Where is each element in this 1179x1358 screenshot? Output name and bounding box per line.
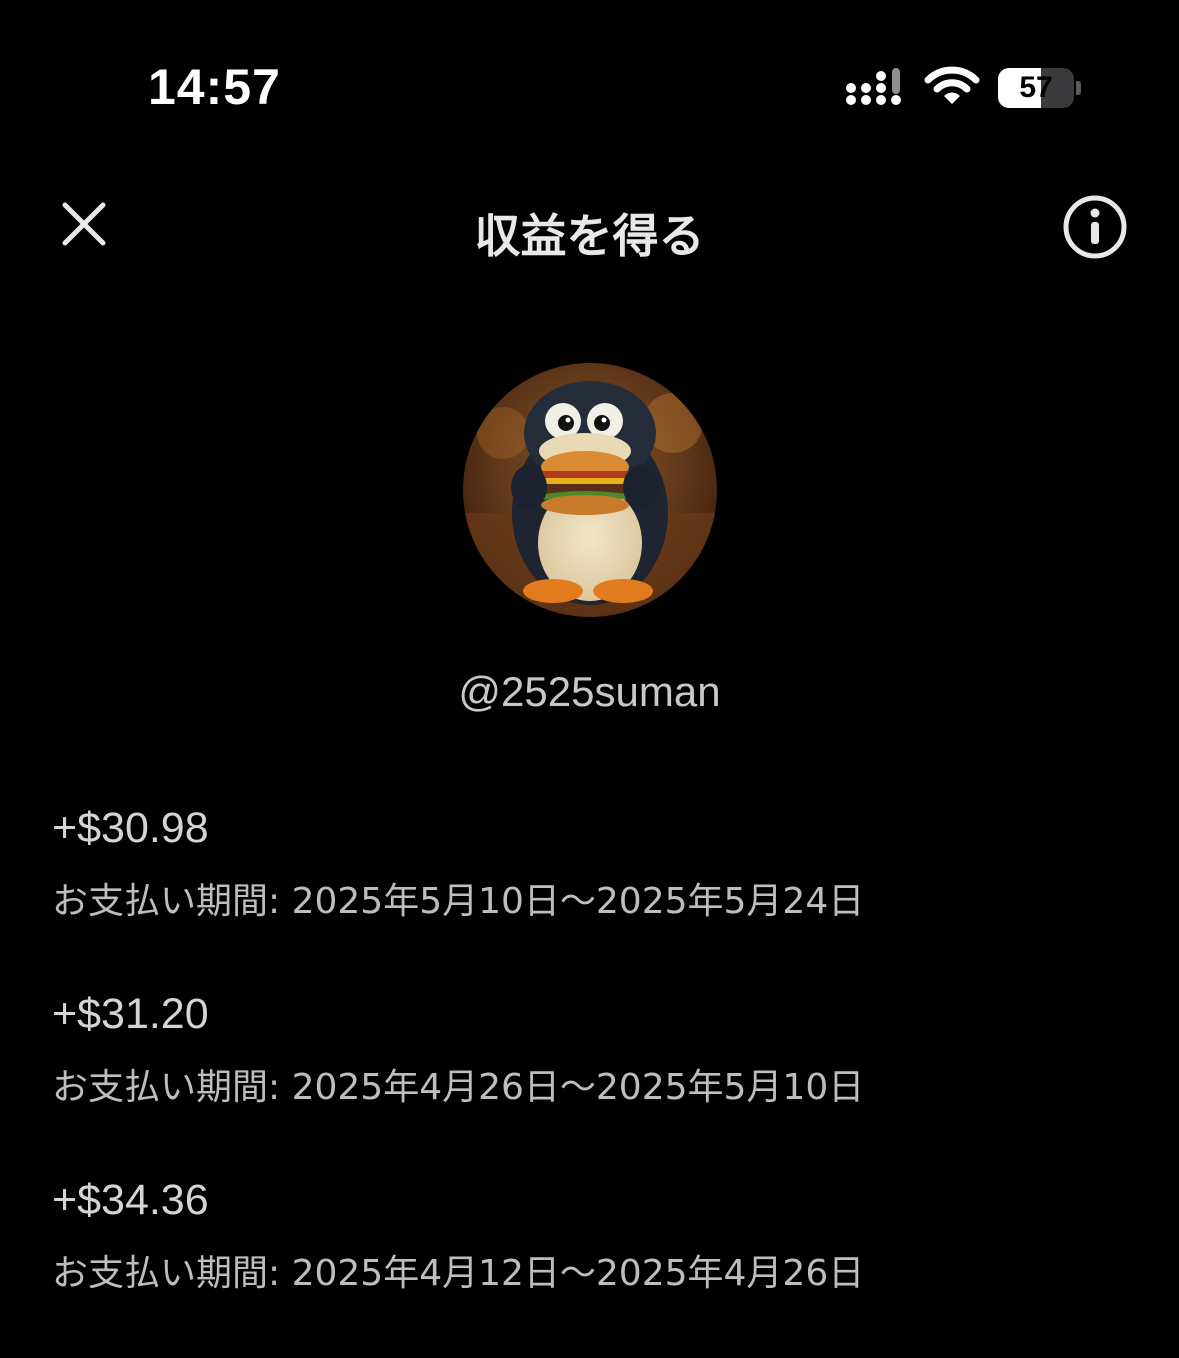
page-title: 収益を得る — [474, 209, 705, 263]
payout-amount: +$30.98 — [52, 804, 209, 852]
payout-period: お支払い期間: 2025年4月12日〜2025年4月26日 — [52, 1253, 865, 1294]
list-item: +$30.98 お支払い期間: 2025年5月10日〜2025年5月24日 — [52, 800, 1132, 986]
payout-amount: +$31.20 — [52, 990, 209, 1038]
username: @2525suman — [458, 668, 721, 715]
battery-level: 57 — [1019, 71, 1053, 104]
avatar — [463, 363, 717, 617]
list-item: +$34.36 お支払い期間: 2025年4月12日〜2025年4月26日 — [52, 1172, 1132, 1358]
header: 収益を得る — [0, 170, 1179, 290]
battery-icon: 57 — [998, 68, 1081, 108]
payout-list: +$30.98 お支払い期間: 2025年5月10日〜2025年5月24日 +$… — [52, 800, 1132, 1358]
wifi-icon — [924, 66, 980, 113]
info-icon — [1062, 194, 1128, 265]
payout-period: お支払い期間: 2025年4月26日〜2025年5月10日 — [52, 1067, 865, 1108]
status-time: 14:57 — [148, 59, 281, 115]
cellular-signal-icon — [845, 66, 907, 113]
list-item: +$31.20 お支払い期間: 2025年4月26日〜2025年5月10日 — [52, 986, 1132, 1172]
info-button[interactable] — [1060, 194, 1130, 264]
payout-period: お支払い期間: 2025年5月10日〜2025年5月24日 — [52, 881, 865, 922]
payout-amount: +$34.36 — [52, 1176, 209, 1224]
penguin-avatar-image — [463, 363, 717, 617]
status-bar: 14:57 57 — [0, 0, 1179, 170]
